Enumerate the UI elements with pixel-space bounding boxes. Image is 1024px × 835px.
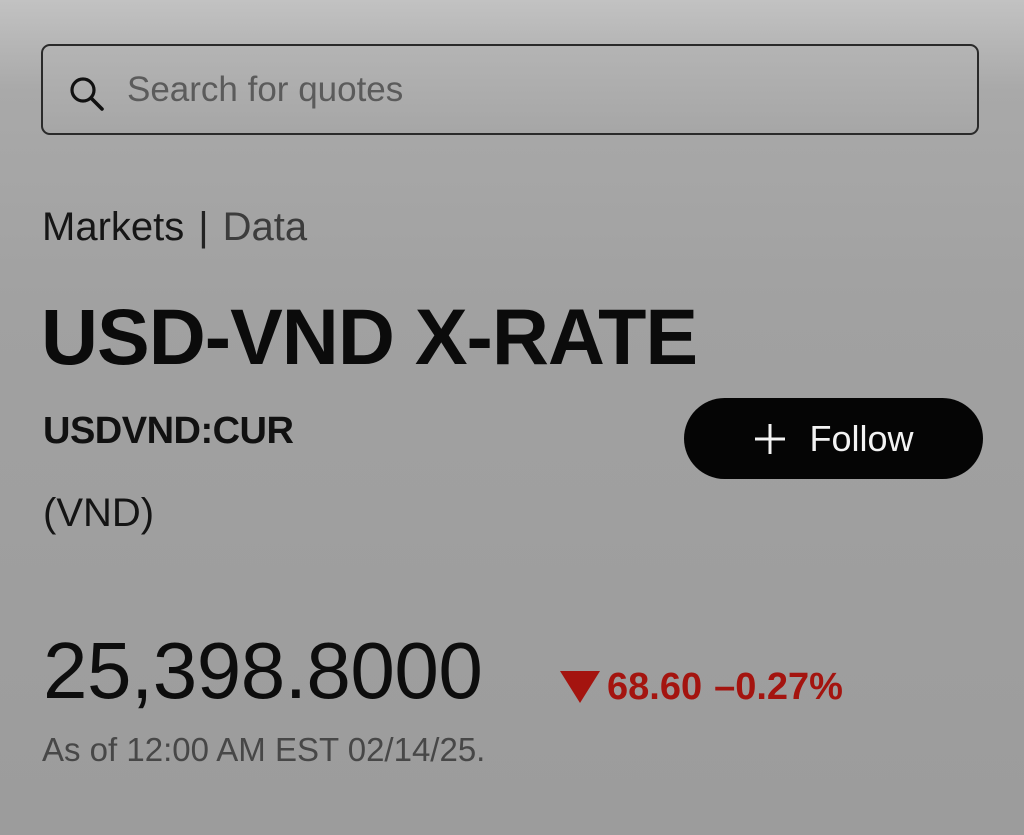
currency-label: (VND) (43, 491, 155, 535)
search-bar[interactable] (41, 44, 979, 135)
price-value: 25,398.8000 (43, 626, 483, 715)
down-arrow-icon (560, 671, 600, 703)
breadcrumb-separator: | (198, 205, 209, 249)
timestamp: As of 12:00 AM EST 02/14/25. (42, 731, 486, 768)
page-title: USD-VND X-RATE (41, 292, 698, 381)
change-value: 68.60 (607, 666, 703, 708)
search-input[interactable] (127, 68, 947, 112)
breadcrumb: Markets | Data (42, 204, 307, 250)
breadcrumb-markets[interactable]: Markets (42, 205, 184, 249)
plus-icon (755, 423, 786, 454)
breadcrumb-data[interactable]: Data (223, 205, 308, 249)
follow-button[interactable]: Follow (684, 398, 983, 479)
ticker-symbol: USDVND:CUR (43, 410, 294, 452)
price-change: 68.60 –0.27% (560, 665, 843, 709)
search-icon (70, 77, 104, 111)
follow-label: Follow (809, 417, 914, 459)
change-percent: –0.27% (714, 666, 843, 708)
